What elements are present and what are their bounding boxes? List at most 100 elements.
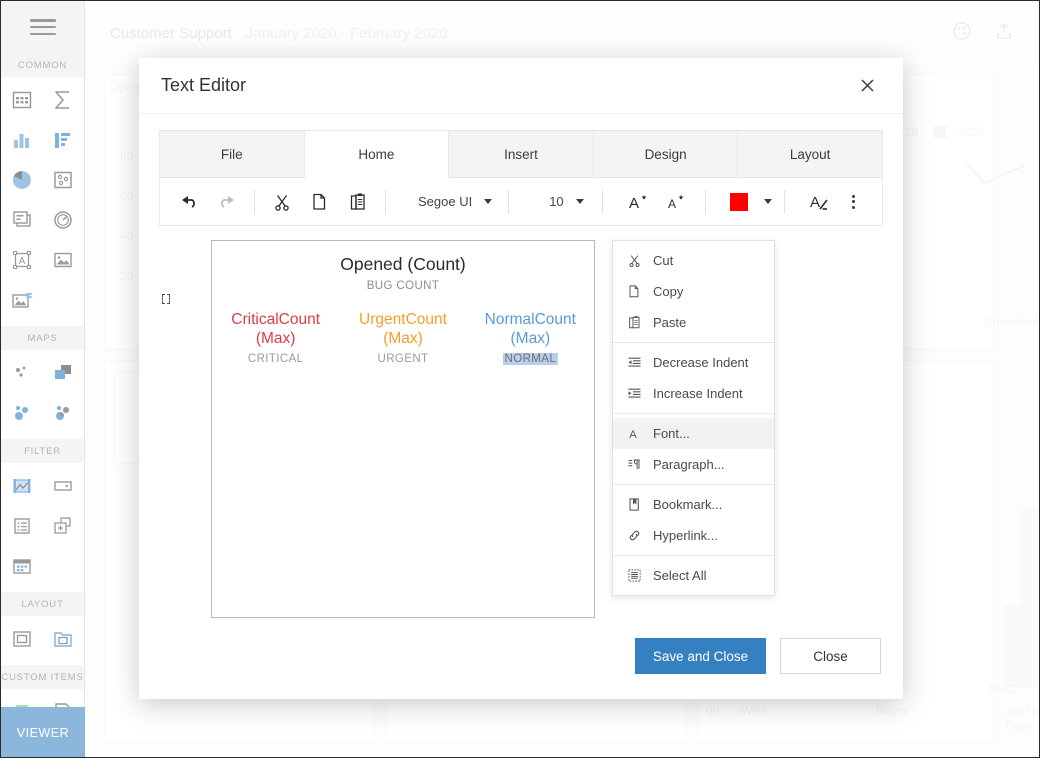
font-color-swatch — [730, 193, 748, 211]
context-menu-label: Decrease Indent — [653, 355, 748, 370]
sidebar-group-label-layout: LAYOUT — [1, 592, 84, 616]
context-menu-separator — [613, 484, 774, 485]
context-menu-item-paragraph[interactable]: Paragraph... — [613, 449, 774, 480]
font-size-select[interactable]: 10 — [517, 183, 593, 221]
context-menu-item-select-all[interactable]: Select All — [613, 560, 774, 591]
combobox-filter-icon — [52, 475, 74, 497]
chevron-down-icon — [764, 199, 772, 204]
save-and-close-button[interactable]: Save and Close — [635, 638, 766, 674]
sidebar-item-pie-chart[interactable] — [1, 160, 43, 200]
clear-formatting-icon: A — [808, 190, 832, 214]
gauge-icon — [52, 209, 74, 231]
font-color-picker[interactable] — [724, 183, 782, 221]
sidebar-item-tree-filter[interactable] — [43, 506, 85, 546]
context-menu-item-decrease-indent[interactable]: Decrease Indent — [613, 347, 774, 378]
close-button[interactable]: Close — [780, 638, 881, 674]
sidebar-group-label-maps: MAPS — [1, 326, 84, 350]
hamburger-menu-button[interactable] — [1, 1, 84, 53]
svg-text:A: A — [18, 256, 25, 267]
measure-name: UrgentCount (Max) — [339, 310, 466, 350]
sidebar-item-bar-chart[interactable] — [1, 120, 43, 160]
chevron-down-icon — [484, 199, 492, 204]
pie-chart-icon — [11, 169, 33, 191]
tab-layout[interactable]: Layout — [738, 130, 883, 178]
font-icon: A — [625, 426, 643, 441]
sidebar-item-grid-table[interactable] — [1, 80, 43, 120]
text-caret-marker — [162, 294, 170, 304]
tab-label: Insert — [504, 147, 538, 162]
sidebar-item-bubble-overlay[interactable] — [1, 393, 43, 433]
context-menu-separator — [613, 413, 774, 414]
context-menu: Cut Copy Paste Decrease Indent — [612, 240, 775, 596]
layout-tab-icon — [11, 628, 33, 650]
grid-table-icon — [11, 89, 33, 111]
sidebar-item-range-filter[interactable] — [1, 466, 43, 506]
rich-text-editor-canvas[interactable]: Opened (Count) BUG COUNT CriticalCount (… — [211, 240, 595, 618]
paste-icon — [625, 315, 643, 330]
increase-font-size-button[interactable]: A — [619, 183, 657, 221]
ribbon-tabs: File Home Insert Design Layout — [159, 130, 883, 178]
context-menu-item-bookmark[interactable]: Bookmark... — [613, 489, 774, 520]
context-menu-label: Hyperlink... — [653, 528, 718, 543]
sidebar-empty-cell — [43, 280, 85, 320]
context-menu-label: Bookmark... — [653, 497, 722, 512]
context-menu-item-paste[interactable]: Paste — [613, 307, 774, 338]
decrease-indent-icon — [625, 355, 643, 370]
ribbon-toolbar: Segoe UI 10 A A — [159, 178, 883, 226]
font-family-select[interactable]: Segoe UI — [394, 183, 502, 221]
sidebar-item-scatter-plot[interactable] — [43, 160, 85, 200]
sidebar-item-combobox-filter[interactable] — [43, 466, 85, 506]
measure-critical: CriticalCount (Max) CRITICAL — [212, 310, 339, 368]
sidebar-item-date-filter[interactable] — [1, 546, 43, 586]
sidebar-item-gauge[interactable] — [43, 200, 85, 240]
redo-button[interactable] — [208, 183, 246, 221]
copy-icon — [310, 192, 330, 212]
sidebar-item-bubble-map[interactable] — [1, 353, 43, 393]
tab-home[interactable]: Home — [305, 130, 450, 178]
measure-row: CriticalCount (Max) CRITICAL UrgentCount… — [212, 310, 594, 368]
font-family-value: Segoe UI — [408, 194, 482, 209]
undo-button[interactable] — [170, 183, 208, 221]
tab-insert[interactable]: Insert — [449, 130, 594, 178]
decrease-font-size-button[interactable]: A — [657, 183, 695, 221]
context-menu-item-hyperlink[interactable]: Hyperlink... — [613, 520, 774, 551]
document-title: Opened (Count) — [212, 253, 594, 277]
context-menu-item-copy[interactable]: Copy — [613, 276, 774, 307]
sidebar-item-card-text[interactable] — [1, 200, 43, 240]
sidebar-item-sigma-sum[interactable] — [43, 80, 85, 120]
copy-button[interactable] — [301, 183, 339, 221]
dialog-title: Text Editor — [161, 75, 246, 96]
sidebar-item-pie-map[interactable] — [43, 393, 85, 433]
context-menu-item-increase-indent[interactable]: Increase Indent — [613, 378, 774, 409]
paste-button[interactable] — [339, 183, 377, 221]
measure-urgent: UrgentCount (Max) URGENT — [339, 310, 466, 368]
context-menu-item-cut[interactable]: Cut — [613, 245, 774, 276]
clear-formatting-button[interactable]: A — [801, 183, 839, 221]
text-editor-dialog: Text Editor File Home Insert Design Layo… — [139, 58, 903, 699]
context-menu-item-font[interactable]: A Font... — [613, 418, 774, 449]
sigma-sum-icon — [51, 88, 75, 112]
horizontal-bar-chart-icon — [52, 129, 74, 151]
sidebar-item-layout-group[interactable] — [43, 619, 85, 659]
sidebar-item-shape-map[interactable] — [43, 353, 85, 393]
tab-label: Design — [645, 147, 687, 162]
sidebar-item-image-stack[interactable] — [1, 280, 43, 320]
sidebar-item-text-box[interactable]: A — [1, 240, 43, 280]
sidebar-group-layout — [1, 616, 84, 665]
sidebar-group-label-filter: FILTER — [1, 439, 84, 463]
close-icon[interactable] — [853, 72, 881, 100]
measure-category: CRITICAL — [246, 353, 306, 365]
paste-icon — [348, 192, 368, 212]
cut-icon — [272, 192, 292, 212]
cut-button[interactable] — [263, 183, 301, 221]
sidebar-item-list-filter[interactable] — [1, 506, 43, 546]
more-options-button[interactable] — [843, 195, 865, 209]
tab-design[interactable]: Design — [594, 130, 739, 178]
tab-label: Layout — [790, 147, 831, 162]
increase-indent-icon — [625, 386, 643, 401]
sidebar-item-image[interactable] — [43, 240, 85, 280]
viewer-button[interactable]: VIEWER — [1, 707, 85, 758]
tab-file[interactable]: File — [159, 130, 305, 178]
sidebar-item-layout-tab[interactable] — [1, 619, 43, 659]
sidebar-item-horizontal-bar-chart[interactable] — [43, 120, 85, 160]
